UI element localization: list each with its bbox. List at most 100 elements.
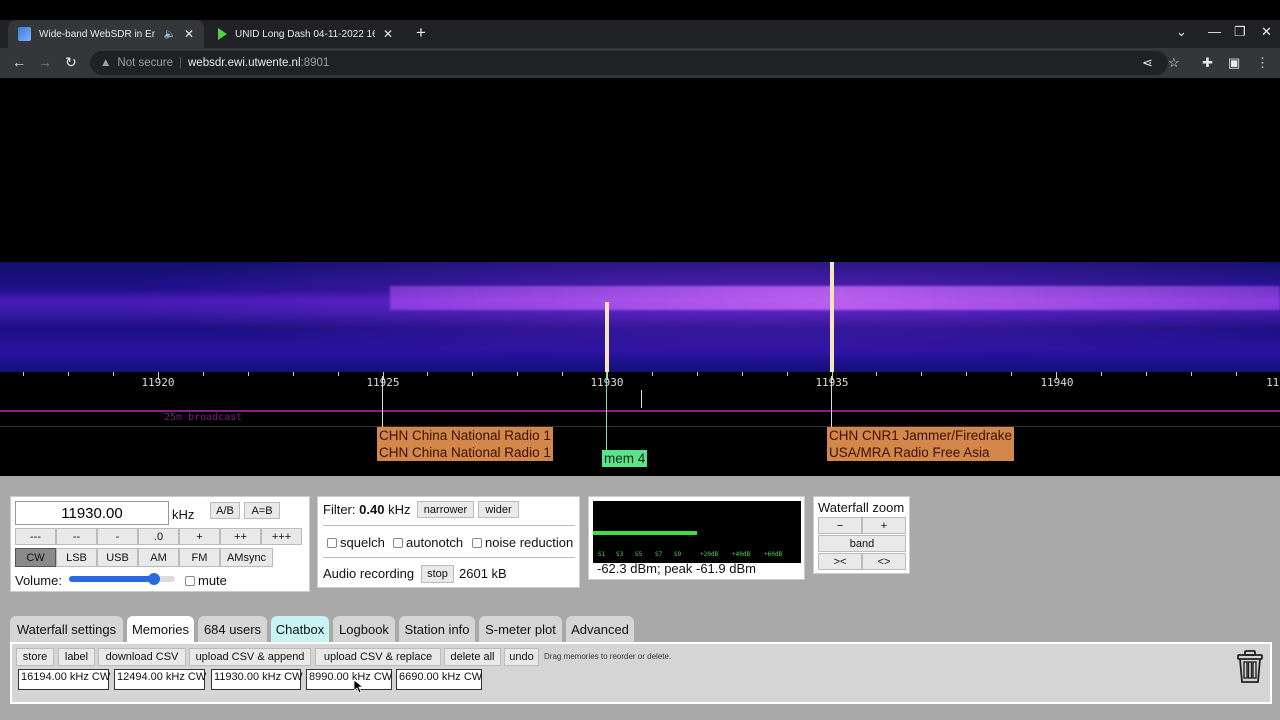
tab-users[interactable]: 684 users (198, 616, 267, 642)
checkbox-icon[interactable] (185, 576, 195, 586)
tab-smeter-plot[interactable]: S-meter plot (479, 616, 562, 642)
step-up-2-button[interactable]: ++ (220, 528, 261, 545)
label-button[interactable]: label (58, 648, 95, 666)
step-up-3-button[interactable]: +++ (261, 528, 302, 545)
smeter-scale-label: +60dB (764, 551, 783, 558)
autonotch-label: autonotch (406, 535, 464, 550)
memory-entry[interactable]: 16194.00 kHz CW (18, 669, 110, 690)
mode-fm-button[interactable]: FM (179, 548, 220, 567)
squelch-checkbox[interactable]: squelch (327, 535, 385, 550)
zoom-wide-button[interactable]: <> (862, 553, 906, 570)
checkbox-icon[interactable] (393, 538, 403, 548)
mode-am-button[interactable]: AM (138, 548, 179, 567)
new-tab-icon[interactable]: + (416, 23, 426, 43)
smeter-panel: S1 S3 S5 S7 S9 +20dB +40dB +60dB -62.3 d… (588, 496, 805, 580)
tab-advanced[interactable]: Advanced (566, 616, 634, 642)
trash-icon[interactable] (1236, 650, 1264, 684)
browser-tab-unid[interactable]: UNID Long Dash 04-11-2022 16: ✕ (208, 20, 404, 48)
upload-csv-replace-button[interactable]: upload CSV & replace (315, 648, 441, 666)
filter-value: 0.40 (359, 502, 385, 517)
noise-reduction-checkbox[interactable]: noise reduction (472, 535, 573, 550)
scale-label: 11940 (1040, 376, 1074, 389)
tab-station-info[interactable]: Station info (399, 616, 475, 642)
scale-tick (1190, 372, 1192, 376)
memory-entry[interactable]: 8990.00 kHz CW (306, 669, 392, 690)
memory-entry[interactable]: 6690.00 kHz CW (396, 669, 482, 690)
tab-search-chevron-icon[interactable]: ⌄ (1176, 24, 1187, 40)
bookmark-star-icon[interactable]: ☆ (1168, 55, 1180, 71)
reload-icon[interactable]: ↻ (65, 54, 77, 71)
a-equals-b-button[interactable]: A=B (244, 502, 280, 519)
zoom-out-button[interactable]: − (818, 517, 862, 534)
carrier-11930 (605, 302, 609, 372)
divider (323, 557, 575, 558)
station-label-11925[interactable]: CHN China National Radio 1 CHN China Nat… (377, 427, 553, 461)
narrower-button[interactable]: narrower (417, 501, 474, 518)
divider (323, 525, 575, 526)
zoom-band-button[interactable]: band (818, 535, 906, 552)
mode-amsync-button[interactable]: AMsync (220, 548, 273, 567)
volume-knob[interactable] (147, 573, 160, 585)
zoom-in-button[interactable]: + (862, 517, 906, 534)
download-csv-button[interactable]: download CSV (98, 648, 186, 666)
stop-recording-button[interactable]: stop (421, 565, 454, 583)
step-down-3-button[interactable]: --- (15, 528, 56, 545)
speaker-icon[interactable]: 🔈 (163, 29, 175, 40)
waterfall-display[interactable] (0, 262, 1280, 372)
menu-kebab-icon[interactable]: ⋮ (1256, 55, 1269, 71)
close-window-icon[interactable]: ✕ (1261, 24, 1272, 40)
tab-logbook[interactable]: Logbook (333, 616, 395, 642)
tab-waterfall-settings[interactable]: Waterfall settings (10, 616, 123, 642)
frequency-input[interactable]: 11930.00 (15, 501, 169, 525)
mode-lsb-button[interactable]: LSB (56, 548, 97, 567)
memory-marker-label[interactable]: mem 4 (602, 450, 648, 467)
autonotch-checkbox[interactable]: autonotch (393, 535, 463, 550)
scale-label: 11925 (366, 376, 400, 389)
checkbox-icon[interactable] (327, 538, 337, 548)
wider-button[interactable]: wider (478, 501, 519, 518)
tab-chatbox[interactable]: Chatbox (271, 616, 329, 642)
restore-icon[interactable]: ❐ (1234, 24, 1246, 40)
tab-title: UNID Long Dash 04-11-2022 16: (235, 28, 375, 40)
mode-usb-button[interactable]: USB (97, 548, 138, 567)
scale-label: 119 (1266, 376, 1280, 389)
step-up-1-button[interactable]: + (179, 528, 220, 545)
close-tab-icon[interactable]: ✕ (184, 27, 194, 41)
scale-label: 11935 (815, 376, 849, 389)
side-panel-icon[interactable]: ▣ (1228, 55, 1240, 71)
share-icon[interactable]: ⋖ (1142, 55, 1153, 71)
control-area: 11930.00 kHz A/B A=B --- -- - .0 + ++ ++… (0, 476, 1280, 720)
smeter-scale-label: S3 (616, 551, 624, 558)
store-button[interactable]: store (16, 648, 54, 666)
smeter-bar (593, 531, 697, 535)
station-label-11935[interactable]: CHN CNR1 Jammer/Firedrake USA/MRA Radio … (827, 427, 1015, 461)
ab-button[interactable]: A/B (210, 502, 240, 519)
frequency-unit: kHz (172, 507, 195, 522)
recording-size: 2601 kB (459, 566, 507, 581)
delete-all-button[interactable]: delete all (444, 648, 501, 666)
step-down-1-button[interactable]: - (97, 528, 138, 545)
mute-checkbox[interactable]: mute (185, 573, 227, 588)
round-button[interactable]: .0 (138, 528, 179, 545)
volume-slider[interactable] (69, 573, 175, 585)
extensions-puzzle-icon[interactable]: ✚ (1202, 55, 1213, 71)
back-icon[interactable]: ← (12, 54, 26, 70)
minimize-icon[interactable]: — (1208, 24, 1221, 39)
smeter-scale-label: S5 (635, 551, 643, 558)
tab-memories[interactable]: Memories (127, 616, 194, 642)
close-tab-icon[interactable]: ✕ (383, 27, 393, 41)
forward-icon[interactable]: → (38, 54, 52, 70)
undo-button[interactable]: undo (504, 648, 539, 666)
checkbox-icon[interactable] (472, 538, 482, 548)
tuning-marker (641, 390, 642, 408)
step-down-2-button[interactable]: -- (56, 528, 97, 545)
browser-tab-websdr[interactable]: Wide-band WebSDR in Enschede 🔈 ✕ (8, 20, 204, 48)
url-omnibox[interactable]: ▲ Not secure | websdr.ewi.utwente.nl:890… (90, 51, 1168, 75)
memory-entry[interactable]: 12494.00 kHz CW (114, 669, 206, 690)
upload-csv-append-button[interactable]: upload CSV & append (189, 648, 311, 666)
mode-cw-button[interactable]: CW (15, 548, 56, 567)
zoom-narrow-button[interactable]: >< (818, 553, 862, 570)
waterfall-zoom-title: Waterfall zoom (818, 500, 905, 515)
memory-entry[interactable]: 11930.00 kHz CW (211, 669, 302, 690)
smeter-display: S1 S3 S5 S7 S9 +20dB +40dB +60dB (593, 501, 801, 563)
